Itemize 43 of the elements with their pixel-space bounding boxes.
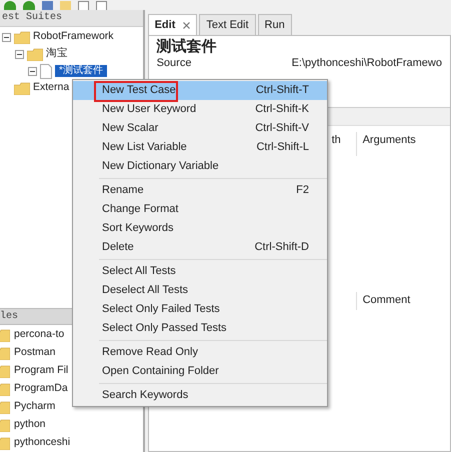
tree-item[interactable]: RobotFramework [33,29,114,45]
folder-icon [14,30,30,44]
menu-item[interactable]: New Test Case Ctrl-Shift-T [73,81,327,100]
file-item[interactable]: python [14,417,46,433]
suite-title: 测试套件 [156,37,218,56]
column-header: th [332,133,342,148]
file-item[interactable]: pythonceshi [14,435,70,451]
tree-item[interactable]: Externa [33,80,70,96]
comment-label: Comment [362,294,410,306]
tab[interactable]: Run [258,14,292,35]
folder-icon [14,82,30,95]
menu-item[interactable]: Rename F2 [99,181,327,200]
menu-item[interactable]: Sort Keywords [99,219,327,238]
file-item[interactable]: percona-to [14,327,64,343]
collapse-toggle[interactable] [2,32,11,42]
menu-item[interactable]: New Scalar Ctrl-Shift-V [73,119,327,138]
source-label: Source [156,57,192,70]
file-icon [40,64,52,79]
file-item[interactable]: ProgramDa [14,381,68,397]
source-path: E:\pythonceshi\RobotFramewo [292,57,442,70]
menu-item[interactable]: Open Containing Folder [99,362,327,381]
menu-item[interactable]: New List Variable Ctrl-Shift-L [73,138,327,157]
collapse-toggle[interactable] [28,66,37,76]
menu-item[interactable]: Select All Tests [99,262,327,281]
file-item[interactable]: Program Fil [14,363,68,379]
menu-item[interactable]: Delete Ctrl-Shift-D [99,238,327,257]
folder-icon [27,48,43,61]
menu-item[interactable]: Search Keywords [99,386,327,405]
column-header: Arguments [356,132,416,156]
tab[interactable]: Text Edit [199,14,256,35]
tab[interactable]: Edit [148,14,198,35]
file-item[interactable]: Pycharm [14,399,56,415]
menu-item[interactable]: Deselect All Tests [99,281,327,300]
tree-item[interactable]: *测试套件 [55,65,107,78]
panel-header: est Suites [0,10,143,27]
tree-item[interactable]: 淘宝 [46,46,68,62]
menu-item[interactable]: New User Keyword Ctrl-Shift-K [73,100,327,119]
close-icon[interactable] [183,22,190,28]
menu-item[interactable]: New Dictionary Variable [73,157,327,176]
menu-item[interactable]: Change Format [99,200,327,219]
menu-item[interactable]: Remove Read Only [99,343,327,362]
file-item[interactable]: Postman [14,345,56,361]
collapse-toggle[interactable] [15,50,24,59]
